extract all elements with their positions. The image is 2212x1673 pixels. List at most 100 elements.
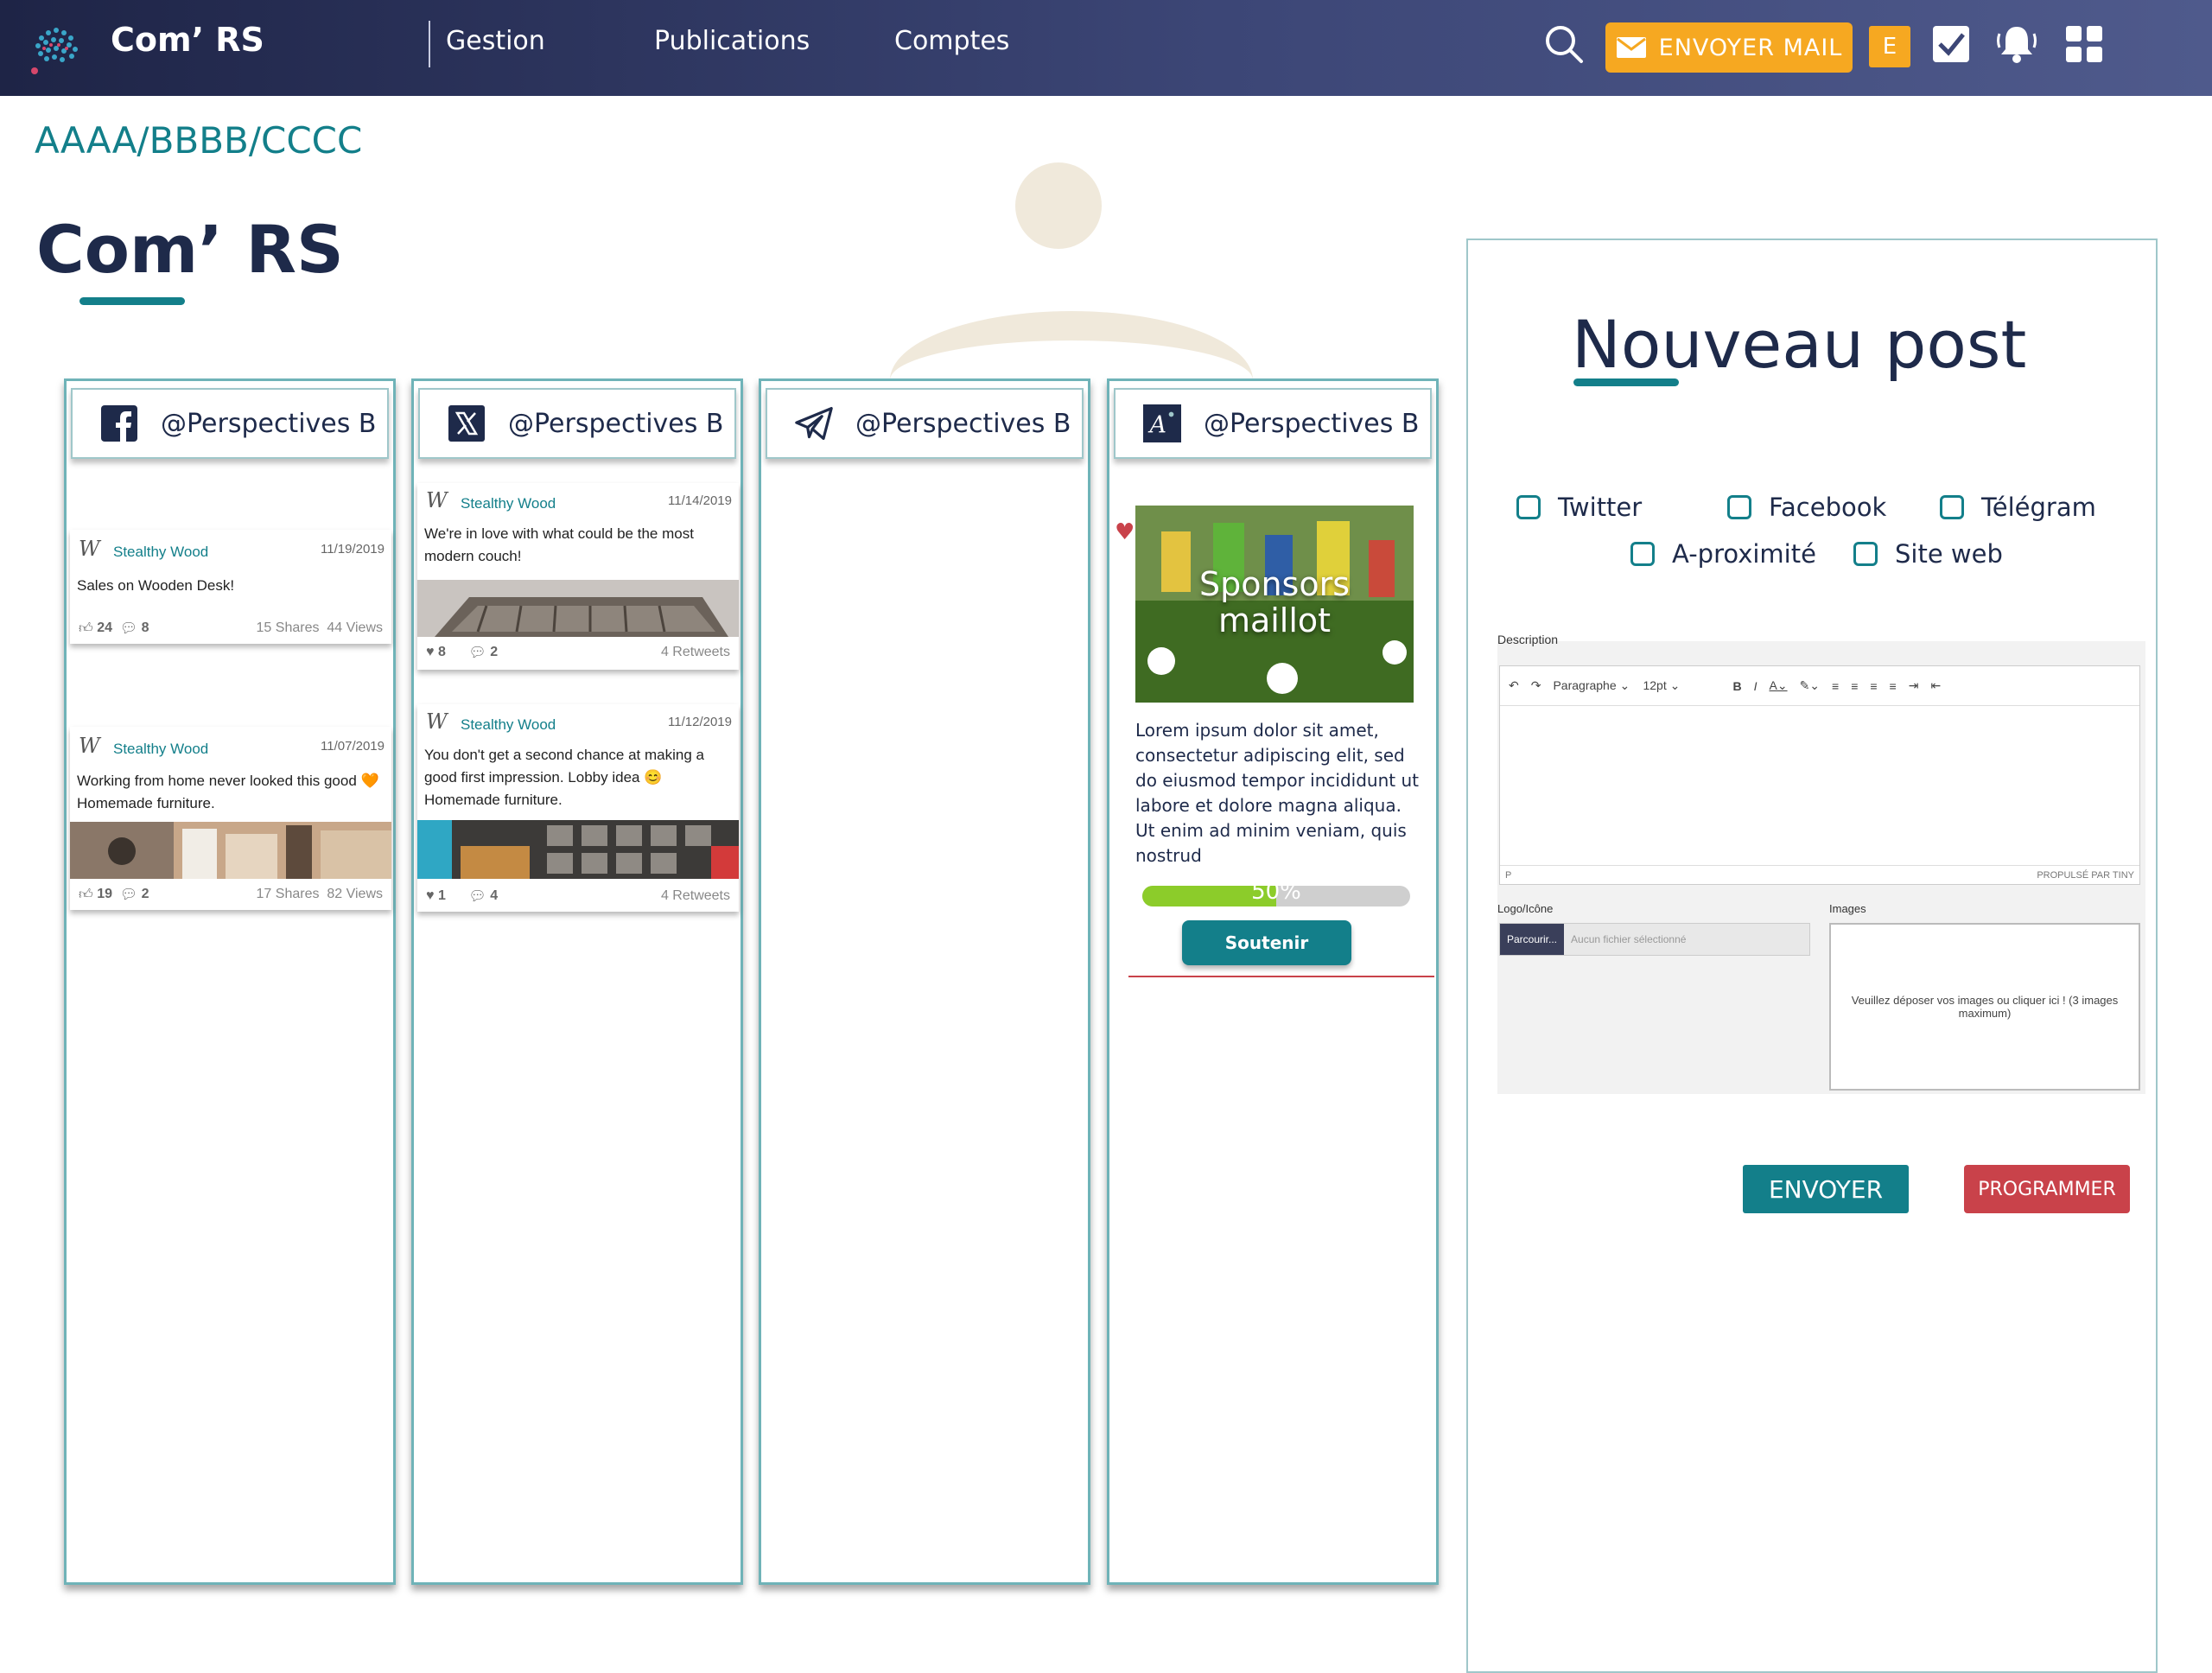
new-post-panel: Nouveau post Twitter Facebook Télégram A… <box>1466 239 2158 1673</box>
like-count: 19 <box>97 887 112 901</box>
user-initial-badge[interactable]: E <box>1869 26 1910 67</box>
share-count: 15 Shares <box>256 620 320 635</box>
align-justify-icon[interactable]: ≡ <box>1890 679 1897 693</box>
align-center-icon[interactable]: ≡ <box>1851 679 1858 693</box>
description-label: Description <box>1497 633 1559 646</box>
bell-icon[interactable] <box>1993 21 2040 67</box>
post-image[interactable] <box>70 822 391 879</box>
heart-badge-icon[interactable]: ♥ <box>1115 519 1135 545</box>
telegram-icon <box>795 404 833 442</box>
campaign-text: Lorem ipsum dolor sit amet, consectetur … <box>1135 720 1419 866</box>
mail-icon <box>1616 37 1646 58</box>
app-name[interactable]: Com’ RS <box>111 21 264 59</box>
retweet-count: 4 Retweets <box>660 645 730 659</box>
view-count: 82 Views <box>327 887 383 901</box>
telegram-column: @Perspectives B <box>759 378 1090 1585</box>
check-icon[interactable] <box>1928 21 1974 67</box>
checkbox-box[interactable] <box>1940 495 1964 519</box>
column-handle: @Perspectives B <box>161 408 377 439</box>
checkbox-label: Twitter <box>1558 493 1643 522</box>
post-card[interactable]: W Stealthy Wood 11/19/2019 Sales on Wood… <box>70 530 391 644</box>
post-stats: ♥ 8 💬︎ 2 4 Retweets <box>426 644 730 661</box>
page-title: Com’ RS <box>36 211 344 288</box>
post-image[interactable] <box>417 580 739 637</box>
comment-count: 2 <box>490 645 499 659</box>
post-card[interactable]: W Stealthy Wood 11/14/2019 We're in love… <box>417 483 739 670</box>
grid-icon[interactable] <box>2061 21 2107 67</box>
author-avatar: W <box>426 709 448 734</box>
rich-text-editor[interactable]: ↶ ↷ Paragraphe ⌄ 12pt ⌄ B I A⌄ ✎⌄ ≡ ≡ ≡ … <box>1499 665 2140 885</box>
post-date: 11/14/2019 <box>668 493 732 508</box>
format-select[interactable]: Paragraphe ⌄ <box>1553 678 1630 693</box>
italic-icon[interactable]: I <box>1754 679 1758 693</box>
logo-file-input[interactable]: Parcourir... Aucun fichier sélectionné <box>1499 923 1810 956</box>
checkbox-site-web[interactable]: Site web <box>1853 539 2003 569</box>
post-author[interactable]: Stealthy Wood <box>113 741 208 758</box>
send-button[interactable]: ENVOYER <box>1743 1165 1909 1213</box>
text-color-icon[interactable]: A⌄ <box>1769 678 1787 693</box>
search-icon[interactable] <box>1541 21 1587 67</box>
comment-count: 8 <box>141 620 149 635</box>
font-size-select[interactable]: 12pt ⌄ <box>1643 678 1720 693</box>
post-card[interactable]: W Stealthy Wood 11/07/2019 Working from … <box>70 727 391 910</box>
post-image[interactable] <box>417 820 739 879</box>
column-handle: @Perspectives B <box>855 408 1071 439</box>
telegram-column-header[interactable]: @Perspectives B <box>766 388 1084 459</box>
checkbox-box[interactable] <box>1516 495 1541 519</box>
x-column-header[interactable]: @Perspectives B <box>418 388 736 459</box>
dropzone-hint: Veuillez déposer vos images ou cliquer i… <box>1851 994 2119 1020</box>
checkbox-label: Site web <box>1895 539 2003 569</box>
post-author[interactable]: Stealthy Wood <box>113 544 208 561</box>
campaign-divider <box>1128 976 1434 977</box>
heart-icon: ♥ <box>426 888 435 903</box>
post-card[interactable]: W Stealthy Wood 11/12/2019 You don't get… <box>417 704 739 912</box>
send-mail-button[interactable]: ENVOYER MAIL <box>1605 22 1853 73</box>
checkbox-box[interactable] <box>1630 542 1655 566</box>
facebook-column: @Perspectives B W Stealthy Wood 11/19/20… <box>64 378 396 1585</box>
checkbox-twitter[interactable]: Twitter <box>1516 493 1642 522</box>
nav-gestion[interactable]: Gestion <box>446 26 545 56</box>
schedule-button[interactable]: PROGRAMMER <box>1964 1165 2130 1213</box>
checkbox-telegram[interactable]: Télégram <box>1940 493 2096 522</box>
undo-icon[interactable]: ↶ <box>1509 678 1519 693</box>
powered-by[interactable]: PROPULSÉ PAR TINY <box>2037 870 2134 881</box>
share-count: 17 Shares <box>256 887 320 901</box>
highlight-icon[interactable]: ✎⌄ <box>1800 678 1820 693</box>
column-handle: @Perspectives B <box>508 408 724 439</box>
thumbs-up-icon: 👍︎ <box>79 620 93 636</box>
brain-logo-icon[interactable] <box>24 19 86 81</box>
outdent-icon[interactable]: ⇤ <box>1930 678 1941 693</box>
checkbox-facebook[interactable]: Facebook <box>1727 493 1886 522</box>
post-author[interactable]: Stealthy Wood <box>461 716 556 734</box>
progress-label: 50% <box>1251 879 1301 905</box>
align-left-icon[interactable]: ≡ <box>1832 679 1839 693</box>
nav-publications[interactable]: Publications <box>654 26 810 56</box>
browse-button[interactable]: Parcourir... <box>1500 924 1565 955</box>
like-count: 1 <box>437 888 446 903</box>
checkbox-box[interactable] <box>1853 542 1878 566</box>
checkbox-a-proximite[interactable]: A-proximité <box>1630 539 1816 569</box>
redo-icon[interactable]: ↷ <box>1531 678 1541 693</box>
image-dropzone[interactable]: Veuillez déposer vos images ou cliquer i… <box>1829 923 2140 1091</box>
facebook-column-header[interactable]: @Perspectives B <box>71 388 389 459</box>
proximite-column-header[interactable]: A @Perspectives B <box>1114 388 1432 459</box>
thumbs-up-icon: 👍︎ <box>79 887 93 902</box>
align-right-icon[interactable]: ≡ <box>1870 679 1877 693</box>
editor-footer: P PROPULSÉ PAR TINY <box>1500 865 2139 884</box>
bold-icon[interactable]: B <box>1732 679 1741 693</box>
support-button[interactable]: Soutenir <box>1182 920 1351 965</box>
editor-toolbar: ↶ ↷ Paragraphe ⌄ 12pt ⌄ B I A⌄ ✎⌄ ≡ ≡ ≡ … <box>1500 666 2139 706</box>
file-placeholder: Aucun fichier sélectionné <box>1571 933 1687 945</box>
breadcrumb[interactable]: AAAA/BBBB/CCCC <box>35 119 362 162</box>
checkbox-box[interactable] <box>1727 495 1751 519</box>
post-date: 11/07/2019 <box>321 739 385 754</box>
post-author[interactable]: Stealthy Wood <box>461 495 556 512</box>
proximite-logo-icon: A <box>1143 404 1181 442</box>
format-value: Paragraphe <box>1553 678 1617 692</box>
nav-comptes[interactable]: Comptes <box>894 26 1009 56</box>
post-date: 11/12/2019 <box>668 715 732 729</box>
indent-icon[interactable]: ⇥ <box>1909 678 1919 693</box>
view-count: 44 Views <box>327 620 383 635</box>
campaign-image-caption: Sponsors maillot <box>1198 565 1351 639</box>
x-column: @Perspectives B W Stealthy Wood 11/14/20… <box>411 378 743 1585</box>
